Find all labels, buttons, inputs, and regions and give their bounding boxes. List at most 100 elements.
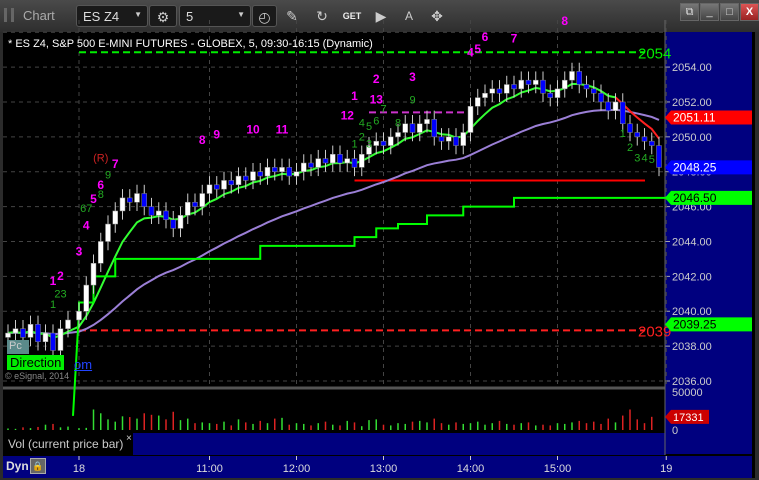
y-tick-label: 2038.00 [672,341,712,353]
x-tick-label: 13:00 [370,463,398,475]
fast-ma-line [7,82,616,339]
wave-count-label: 3 [366,138,372,150]
volume-tick-label: 0 [672,425,678,437]
wave-count-label: 8 [199,133,206,147]
candle [170,219,176,229]
candle [57,328,64,351]
candle [438,136,445,142]
candle [380,140,387,146]
wave-count-label: 67 [80,203,92,215]
candle [467,106,474,133]
wave-count-label: 3 [634,152,640,164]
wave-count-label: 4 [641,152,647,164]
y-tick-label: 2042.00 [672,271,712,283]
candle [482,92,488,98]
candle [504,84,510,94]
price-tag-label: 2039.25 [673,317,717,331]
candle [177,215,184,229]
candle [322,158,329,164]
candle [605,101,611,111]
pc-badge: Pc [7,340,29,354]
wave-count-label: 1 [351,138,357,150]
price-tag-label: 2046.50 [673,191,717,205]
candle [460,132,466,146]
wave-count-label: 1 [351,89,358,103]
candle [576,71,582,85]
candle [83,284,89,312]
chart-header: * ES Z4, S&P 500 E-MINI FUTURES - GLOBEX… [8,38,373,50]
price-chart[interactable]: 2036.002038.002040.002042.002044.002046.… [0,0,759,480]
candle [308,162,314,168]
candle [330,154,336,164]
candle [221,180,227,190]
candle [395,132,401,138]
candle [192,201,198,207]
candle [373,140,379,146]
wave-count-label: 9 [409,95,415,107]
wave-count-label: 4 [83,218,90,232]
candle [293,171,300,177]
candle [163,210,169,220]
candle [431,119,437,138]
candle [641,136,648,142]
candle [27,324,34,338]
direction-badge[interactable]: Direction [7,355,65,370]
wave-count-label: 8 [395,117,401,129]
wave-count-label: 1 [50,299,56,311]
y-tick-label: 2052.00 [672,97,712,109]
wave-count-label: 5 [649,154,655,166]
candle [119,197,126,212]
candle [417,123,423,133]
candle [620,101,626,125]
candle [547,92,553,98]
candle [409,123,416,133]
support-step-line [72,196,667,416]
candle [5,332,11,338]
candle [50,332,56,351]
candle [627,123,633,133]
wave-count-label: 10 [246,122,260,136]
wave-count-label: 4 [467,46,474,60]
candle [533,79,539,85]
candle [337,154,343,164]
wave-count-label: 2 [57,269,64,283]
candle [540,79,546,94]
volume-tag-label: 17331 [673,412,704,424]
candle [264,167,271,177]
candle [65,319,71,329]
wave-count-label: 1 [50,274,57,288]
candle [634,132,640,138]
candle [424,119,430,125]
wave-count-label: 4 [359,117,365,129]
candle [98,241,104,264]
x-tick-label: 18 [73,463,85,475]
x-tick-label: 15:00 [544,463,572,475]
candle [402,123,408,133]
candle [525,79,532,85]
x-tick-label: 19 [660,463,672,475]
y-tick-label: 2050.00 [672,132,712,144]
volume-tick-label: 50000 [672,387,703,399]
candle [344,158,350,164]
wave-count-label: 1 [620,128,626,140]
candle [127,197,133,203]
candle [112,210,118,225]
wave-count-label: 2 [373,72,380,86]
level-label: 2054 [638,45,671,62]
candle [518,79,524,90]
candle [583,84,590,90]
candle [272,167,278,172]
x-tick-label: 12:00 [283,463,311,475]
slow-ma-line [7,108,660,336]
candle [185,201,191,216]
candle [20,328,26,338]
wave-count-label: 2 [627,142,633,154]
candle [351,158,358,168]
price-tag-label: 2051.11 [673,110,716,124]
candle [562,79,568,90]
direction-link[interactable]: om [74,357,92,372]
candle [446,136,452,142]
candle [76,310,82,321]
x-tick-label: 11:00 [196,463,223,475]
candle [199,193,205,207]
